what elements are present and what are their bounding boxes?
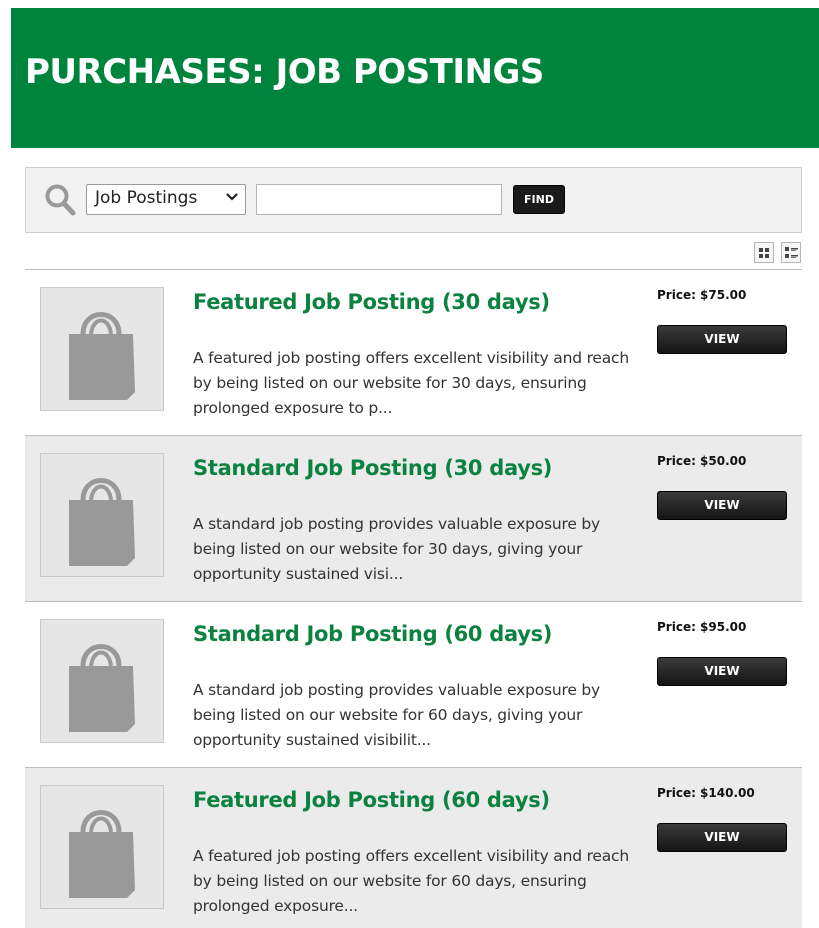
shopping-bag-icon	[69, 312, 135, 400]
grid-view-icon	[759, 248, 769, 258]
shopping-bag-icon	[69, 644, 135, 732]
shopping-bag-icon	[69, 478, 135, 566]
product-title[interactable]: Featured Job Posting (30 days)	[193, 290, 633, 314]
product-row: Standard Job Posting (60 days) A standar…	[25, 602, 802, 768]
product-description: A standard job posting provides valuable…	[193, 681, 601, 749]
search-bar: Job Postings FIND	[25, 167, 802, 233]
list-view-icon	[785, 247, 798, 258]
category-select-value: Job Postings	[95, 188, 198, 208]
product-price: Price: $50.00	[657, 454, 747, 468]
product-list: Featured Job Posting (30 days) A feature…	[25, 270, 802, 928]
product-price: Price: $140.00	[657, 786, 755, 800]
search-icon	[45, 184, 76, 216]
page-header: PURCHASES: JOB POSTINGS	[11, 8, 819, 148]
product-price: Price: $95.00	[657, 620, 747, 634]
product-description: A standard job posting provides valuable…	[193, 515, 601, 583]
product-thumbnail[interactable]	[40, 453, 164, 577]
product-title[interactable]: Featured Job Posting (60 days)	[193, 788, 633, 812]
view-button[interactable]: VIEW	[657, 657, 787, 686]
view-button[interactable]: VIEW	[657, 491, 787, 520]
product-description: A featured job posting offers excellent …	[193, 349, 629, 417]
view-button[interactable]: VIEW	[657, 823, 787, 852]
product-title[interactable]: Standard Job Posting (30 days)	[193, 456, 633, 480]
product-row: Featured Job Posting (30 days) A feature…	[25, 270, 802, 436]
product-row: Standard Job Posting (30 days) A standar…	[25, 436, 802, 602]
find-button[interactable]: FIND	[513, 185, 565, 214]
list-view-button[interactable]	[781, 242, 801, 263]
product-description: A featured job posting offers excellent …	[193, 847, 629, 915]
grid-view-button[interactable]	[754, 242, 774, 263]
product-thumbnail[interactable]	[40, 785, 164, 909]
category-select[interactable]: Job Postings	[86, 184, 246, 215]
search-input[interactable]	[256, 184, 502, 215]
shopping-bag-icon	[69, 810, 135, 898]
chevron-down-icon	[226, 193, 238, 201]
product-thumbnail[interactable]	[40, 619, 164, 743]
product-thumbnail[interactable]	[40, 287, 164, 411]
view-button[interactable]: VIEW	[657, 325, 787, 354]
product-title[interactable]: Standard Job Posting (60 days)	[193, 622, 633, 646]
page-title: PURCHASES: JOB POSTINGS	[25, 52, 544, 92]
product-row: Featured Job Posting (60 days) A feature…	[25, 768, 802, 928]
product-price: Price: $75.00	[657, 288, 747, 302]
